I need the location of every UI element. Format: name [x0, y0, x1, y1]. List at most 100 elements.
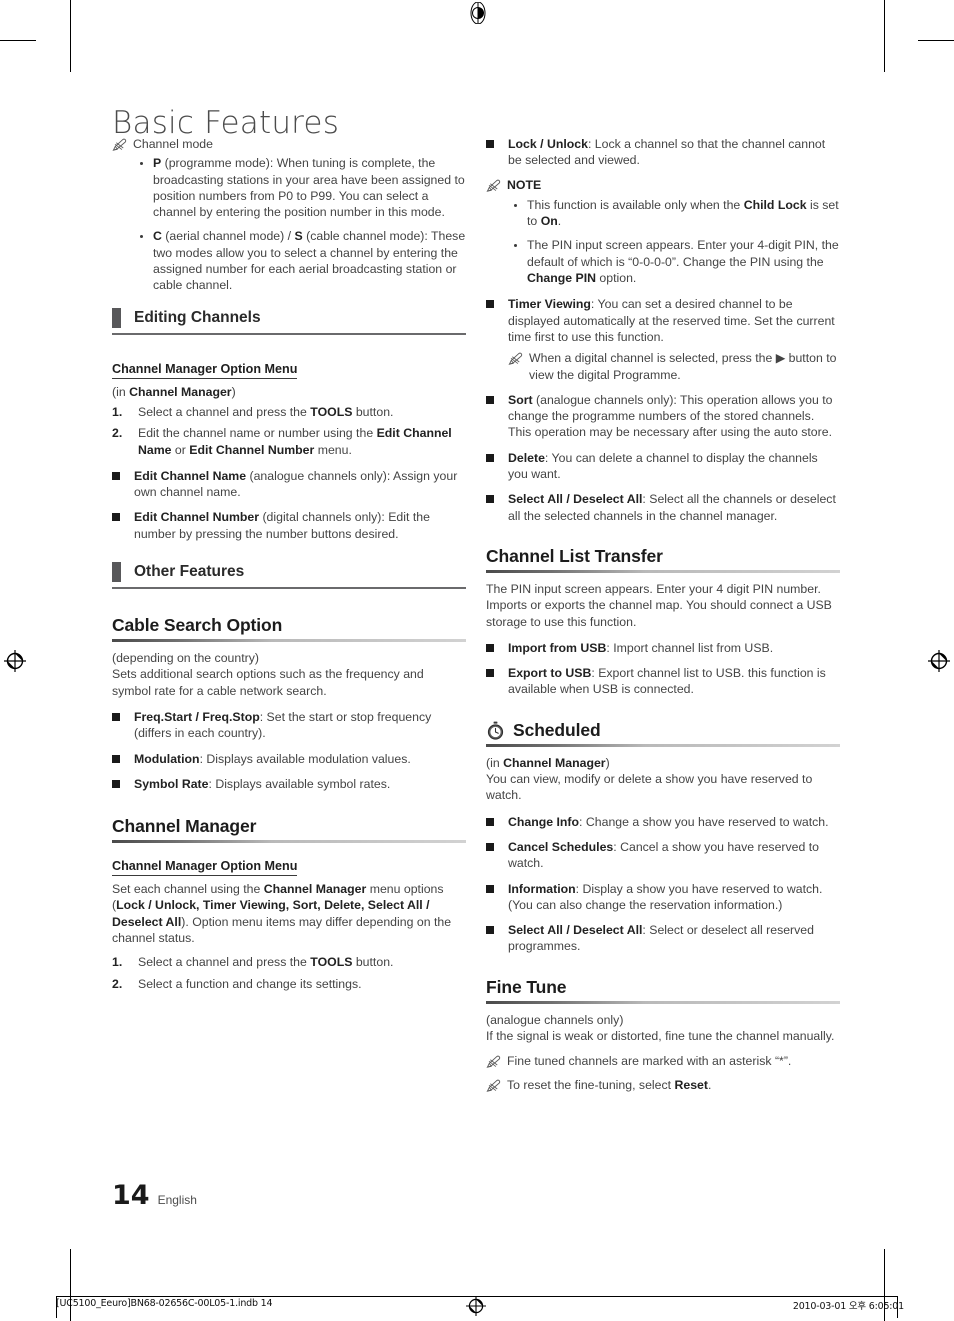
cm-step-1: 1. Select a channel and press the TOOLS … — [112, 954, 466, 970]
note-text-a: The PIN input screen appears. Enter your… — [527, 238, 839, 269]
right-column: Lock / Unlock: Lock a channel so that th… — [486, 136, 840, 1096]
section-heading-other-features: Other Features — [112, 562, 466, 583]
bullet-square-icon — [486, 669, 494, 678]
heading-rule — [486, 1000, 840, 1004]
subheading-cm-option-menu-2: Channel Manager Option Menu — [112, 859, 298, 877]
item-bold: Export to USB — [508, 666, 592, 681]
step-text-a: Select a function and change its setting… — [138, 976, 362, 991]
step-mid: or — [171, 442, 190, 457]
bullet-square-icon — [112, 712, 120, 721]
step-bold: TOOLS — [310, 404, 353, 419]
bullet-square-icon — [112, 513, 120, 522]
print-footer: [UC5100_Eeuro]BN68-02656C-00L05-1.indb 1… — [0, 1296, 954, 1318]
note-fine-tuned-asterisk: Fine tuned channels are marked with an a… — [486, 1053, 840, 1069]
heading-fine-tune: Fine Tune — [486, 976, 567, 997]
step-2-edit-name-number: 2. Edit the channel name or number using… — [112, 425, 466, 458]
bullet-dot-icon — [514, 203, 517, 207]
item-bold: Sort — [508, 392, 533, 407]
list-item-programme-mode: P (programme mode): When tuning is compl… — [140, 155, 466, 220]
note-bold-1: Child Lock — [743, 197, 807, 212]
note-reset-text: To reset the fine-tuning, select Reset. — [507, 1077, 840, 1093]
bullet-square-icon — [486, 300, 494, 309]
list-item-sort: Sort (analogue channels only): This oper… — [486, 392, 840, 441]
cm-option-menu-context: (in Channel Manager) — [112, 384, 466, 400]
cable-search-line-2: Sets additional search options such as t… — [112, 667, 424, 698]
crop-mark-bottom-right-vertical — [884, 1249, 885, 1321]
bullet-square-icon — [486, 140, 494, 148]
heading-rule — [112, 639, 466, 643]
step-bold-2: Edit Channel Number — [189, 442, 315, 457]
heading-rule — [486, 743, 840, 747]
list-item-cancel-schedules: Cancel Schedules: Cancel a show you have… — [486, 839, 840, 872]
pencil-note-icon — [486, 1079, 501, 1092]
crop-mark-bottom-left-vertical — [70, 1249, 71, 1321]
context-prefix: (in — [486, 755, 504, 770]
item-bold: Select All / Deselect All — [508, 492, 643, 507]
list-item-delete: Delete: You can delete a channel to disp… — [486, 450, 840, 483]
step-number: 1. — [112, 404, 123, 419]
heading-rule — [112, 840, 466, 844]
item-text: : You can delete a channel to display th… — [508, 450, 818, 482]
item-bold: Change Info — [508, 814, 580, 829]
list-item-import-from-usb: Import from USB: Import channel list fro… — [486, 640, 840, 656]
bullet-square-icon — [112, 779, 120, 788]
note-channel-mode-text: Channel mode — [133, 137, 213, 151]
item-text: : Displays available symbol rates. — [208, 776, 391, 791]
bullet-p-bold: P — [153, 156, 162, 171]
cable-search-line-1: (depending on the country) — [112, 651, 259, 666]
item-bold: Symbol Rate — [134, 776, 209, 791]
item-bold: Delete — [508, 450, 545, 465]
section-bar-icon — [112, 307, 121, 328]
section-heading-editing-channels: Editing Channels — [112, 307, 466, 328]
step-text-b: button. — [352, 404, 394, 419]
list-item-symbol-rate: Symbol Rate: Displays available symbol r… — [112, 776, 466, 792]
item-bold: Modulation — [134, 751, 200, 766]
subnote-timer-text: When a digital channel is selected, pres… — [529, 351, 837, 382]
bullet-dot-icon — [140, 162, 143, 166]
bullet-square-icon — [486, 842, 494, 851]
item-bold: Timer Viewing — [508, 297, 591, 312]
page-number-block: 14 English — [112, 1180, 197, 1211]
document-page: Basic Features Channel mode P (programme… — [0, 0, 954, 1321]
step-text-a: Edit the channel name or number using th… — [138, 426, 377, 441]
item-bold: Cancel Schedules — [508, 839, 614, 854]
step-text-a: Select a channel and press the — [138, 955, 311, 970]
bullet-square-icon — [486, 395, 494, 404]
pencil-note-icon — [486, 179, 501, 192]
context-bold: Channel Manager — [129, 384, 232, 399]
bullet-p-text: (programme mode): When tuning is complet… — [153, 156, 465, 220]
subnote-timer-viewing: When a digital channel is selected, pres… — [508, 350, 840, 383]
note-heading-row: NOTE — [486, 177, 840, 193]
section-heading-text: Other Features — [134, 563, 245, 581]
bullet-square-icon — [486, 884, 494, 893]
note-bullet-child-lock: This function is available only when the… — [514, 197, 840, 230]
list-item-change-info: Change Info: Change a show you have rese… — [486, 814, 840, 830]
intro-text-a: Set each channel using the — [112, 882, 264, 897]
bullet-c-bold: C — [153, 229, 162, 244]
item-bold: Freq.Start / Freq.Stop — [134, 709, 260, 724]
bullet-square-icon — [486, 817, 494, 826]
cm-step-2: 2. Select a function and change its sett… — [112, 976, 466, 992]
step-text-b: button. — [352, 955, 394, 970]
bullet-c-mid: (aerial channel mode) / — [161, 229, 295, 244]
bullet-square-icon — [112, 754, 120, 763]
bullet-square-icon — [486, 926, 494, 935]
page-number: 14 — [112, 1180, 150, 1211]
heading-rule — [486, 569, 840, 573]
item-bold: Edit Channel Number — [134, 510, 260, 525]
heading-channel-list-transfer: Channel List Transfer — [486, 545, 663, 566]
heading-cable-search-option: Cable Search Option — [112, 615, 283, 636]
list-item-export-to-usb: Export to USB: Export channel list to US… — [486, 665, 840, 698]
bullet-s-bold: S — [294, 229, 303, 244]
bullet-dot-icon — [514, 244, 517, 248]
bullet-dot-icon — [140, 235, 143, 239]
fine-tune-line-2: If the signal is weak or distorted, fine… — [486, 1028, 835, 1043]
section-rule — [112, 332, 466, 335]
note-text-b: option. — [596, 271, 637, 286]
note-text-a: This function is available only when the — [527, 197, 744, 212]
note-bold-2: On — [540, 214, 558, 229]
registration-target-bottom — [466, 1296, 486, 1316]
step-number: 2. — [112, 426, 123, 441]
list-item-timer-viewing: Timer Viewing: You can set a desired cha… — [486, 296, 840, 345]
subheading-cm-option-menu-wrap: Channel Manager Option Menu — [112, 350, 466, 380]
